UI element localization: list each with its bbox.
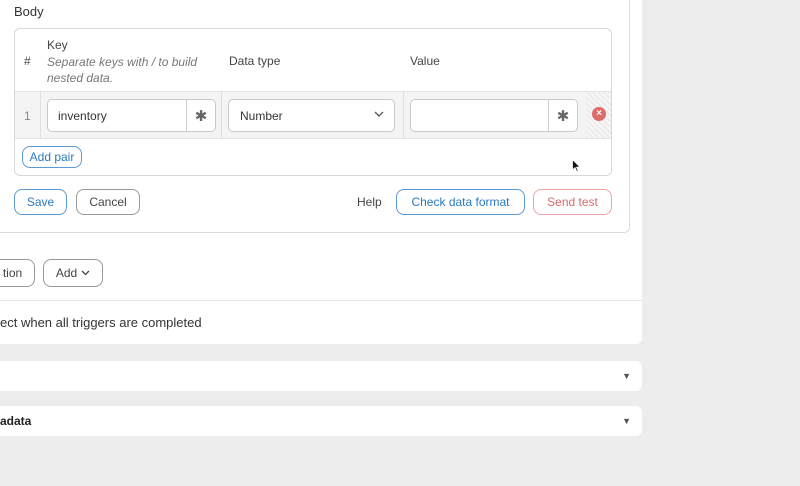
key-value-table: # Key Separate keys with / to build nest… (14, 28, 612, 176)
value-input[interactable] (411, 100, 548, 131)
column-header-data-type: Data type (229, 54, 281, 68)
column-header-key: Key (47, 38, 68, 52)
asterisk-icon[interactable]: ✱ (186, 100, 215, 131)
cell-divider (221, 92, 222, 138)
column-header-index: # (24, 54, 31, 68)
help-link[interactable]: Help (357, 195, 382, 209)
collapsible-label: adata (0, 414, 32, 428)
mouse-pointer-icon (572, 159, 581, 173)
chevron-down-icon (81, 270, 90, 276)
value-input-group: ✱ (410, 99, 578, 132)
key-input[interactable]: inventory (48, 100, 186, 131)
asterisk-icon[interactable]: ✱ (548, 100, 577, 131)
check-data-format-button[interactable]: Check data format (396, 189, 525, 215)
data-type-value: Number (240, 109, 283, 123)
cell-divider (40, 92, 41, 138)
remove-circle-icon[interactable]: × (592, 107, 606, 121)
column-header-key-hint: Separate keys with / to build nested dat… (47, 55, 198, 85)
row-index: 1 (24, 109, 31, 123)
add-button-label: Add (55, 266, 78, 280)
column-header-value: Value (410, 54, 440, 68)
data-type-select[interactable]: Number (228, 99, 395, 132)
collapsible-section[interactable]: ▼ (0, 361, 642, 391)
section-divider (0, 300, 642, 301)
send-test-button[interactable]: Send test (533, 189, 612, 215)
body-section-label: Body (14, 4, 44, 19)
caret-down-icon: ▼ (622, 371, 631, 381)
partial-step-button[interactable]: tion (0, 259, 35, 287)
cancel-button[interactable]: Cancel (76, 189, 140, 215)
add-pair-button[interactable]: Add pair (22, 146, 82, 168)
completion-condition-text: ect when all triggers are completed (0, 315, 202, 330)
caret-down-icon: ▼ (622, 416, 631, 426)
key-input-group: inventory ✱ (47, 99, 216, 132)
save-button[interactable]: Save (14, 189, 67, 215)
cell-divider (403, 92, 404, 138)
add-dropdown-button[interactable]: Add (43, 259, 103, 287)
chevron-down-icon (374, 111, 384, 117)
metadata-collapsible-section[interactable]: adata ▼ (0, 406, 642, 436)
table-row: 1 inventory ✱ Number ✱ × (15, 91, 611, 139)
